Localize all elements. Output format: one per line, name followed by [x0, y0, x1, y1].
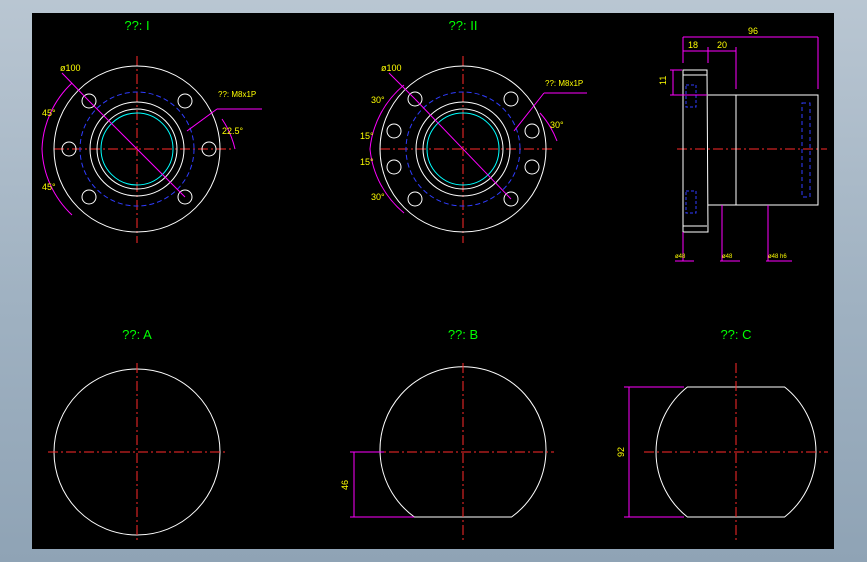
- step-dim: 20: [717, 40, 727, 50]
- thread-label: ??: M8x1P: [218, 90, 256, 99]
- side-view: 96 18 20 11 ø48 ø48 ø48 h6: [658, 26, 827, 262]
- view-a-title: ??: A: [122, 327, 152, 342]
- bolt-hole: [407, 191, 423, 207]
- angle-3-label: 15°: [360, 157, 374, 167]
- view-c-title: ??: C: [720, 327, 751, 342]
- bolt-hole: [503, 91, 519, 107]
- hidden-hole: [685, 190, 697, 214]
- angle-arc-bottom: [369, 148, 405, 214]
- flats-dim: 92: [616, 447, 626, 457]
- note-3: ø48 h6: [768, 254, 787, 260]
- cad-drawing-canvas: ??: I ø100 ??: M8x1P 45° 45° 22.5° ??: I…: [41, 18, 828, 541]
- hidden-hole: [685, 84, 697, 108]
- angle-right-label: 30°: [550, 120, 564, 130]
- note-2: ø48: [722, 254, 733, 260]
- angle-1-label: 30°: [371, 95, 385, 105]
- section-view-b: ??: B 46: [340, 327, 554, 541]
- diameter-label: ø100: [60, 63, 81, 73]
- note-1: ø48: [675, 254, 686, 260]
- type-1-title: ??: I: [124, 18, 149, 33]
- bolt-hole: [524, 123, 540, 139]
- view-b-title: ??: B: [448, 327, 478, 342]
- bolt-hole: [524, 159, 540, 175]
- bolt-hole: [81, 189, 97, 205]
- angle-bottom-label: 45°: [42, 182, 56, 192]
- section-view-c: ??: C 92: [616, 327, 828, 541]
- flange-view-type-1: ??: I ø100 ??: M8x1P 45° 45° 22.5°: [41, 18, 262, 243]
- section-view-a: ??: A: [48, 327, 228, 541]
- thread-label: ??: M8x1P: [545, 79, 583, 88]
- bolt-hole: [386, 159, 402, 175]
- height-dim: 11: [658, 76, 668, 85]
- angle-right-label: 22.5°: [222, 126, 244, 136]
- angle-4-label: 30°: [371, 192, 385, 202]
- cad-drawing-frame: ??: I ø100 ??: M8x1P 45° 45° 22.5° ??: I…: [32, 13, 834, 549]
- flange-width-dim: 18: [688, 40, 698, 50]
- bolt-hole: [177, 93, 193, 109]
- type-2-title: ??: II: [449, 18, 478, 33]
- angle-2-label: 15°: [360, 131, 374, 141]
- flat-dim: 46: [340, 480, 350, 490]
- thread-leader: [186, 108, 218, 132]
- diameter-leader-ext: [61, 72, 90, 102]
- hidden-thread: [801, 102, 811, 198]
- overall-dim: 96: [748, 26, 758, 36]
- flange-view-type-2: ??: II ø100 ??: M8x1P 30° 15° 15° 30° 30…: [360, 18, 587, 243]
- diameter-label: ø100: [381, 63, 402, 73]
- angle-top-label: 45°: [42, 108, 56, 118]
- bolt-hole: [386, 123, 402, 139]
